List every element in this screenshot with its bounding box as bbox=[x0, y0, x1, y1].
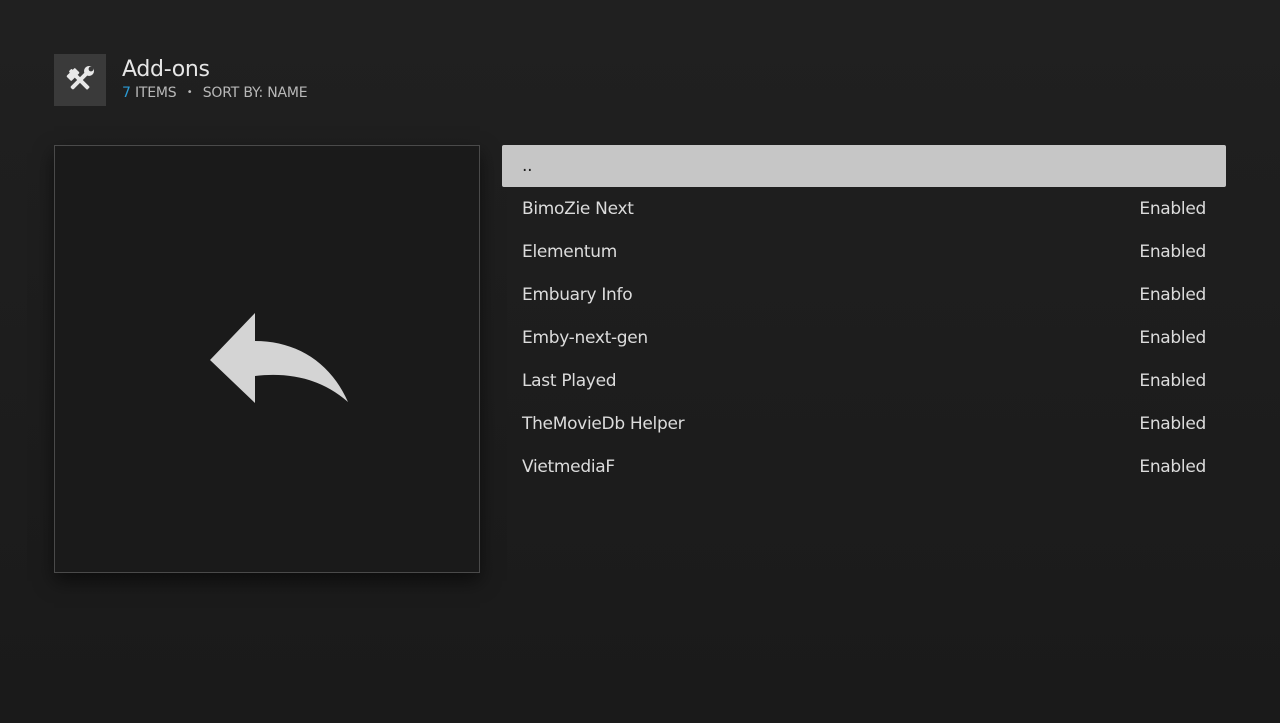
separator-dot: • bbox=[186, 87, 193, 98]
list-item[interactable]: Embuary Info Enabled bbox=[502, 273, 1226, 316]
status-label: Enabled bbox=[1139, 241, 1206, 262]
list-item[interactable]: Emby-next-gen Enabled bbox=[502, 316, 1226, 359]
list-item-label: Last Played bbox=[522, 370, 617, 391]
list-item-label: Embuary Info bbox=[522, 284, 633, 305]
status-label: Enabled bbox=[1139, 370, 1206, 391]
preview-panel bbox=[54, 145, 480, 573]
page-title: Add-ons bbox=[122, 57, 210, 82]
item-count: 7 bbox=[122, 85, 131, 101]
status-label: Enabled bbox=[1139, 327, 1206, 348]
list-item-label: .. bbox=[522, 156, 533, 176]
list-item-parent[interactable]: .. bbox=[502, 145, 1226, 187]
addons-screen: Add-ons 7 ITEMS • SORT BY: NAME .. BimoZ… bbox=[0, 0, 1280, 723]
list-item-label: TheMovieDb Helper bbox=[522, 413, 685, 434]
page-subtitle: 7 ITEMS • SORT BY: NAME bbox=[122, 85, 308, 101]
status-label: Enabled bbox=[1139, 413, 1206, 434]
status-label: Enabled bbox=[1139, 198, 1206, 219]
list-item[interactable]: VietmediaF Enabled bbox=[502, 445, 1226, 488]
items-label: ITEMS bbox=[134, 85, 177, 101]
list-item[interactable]: Elementum Enabled bbox=[502, 230, 1226, 273]
status-label: Enabled bbox=[1139, 284, 1206, 305]
sort-label: SORT BY: NAME bbox=[202, 85, 308, 101]
list-item[interactable]: BimoZie Next Enabled bbox=[502, 187, 1226, 230]
tools-icon bbox=[54, 54, 106, 106]
addon-list: .. BimoZie Next Enabled Elementum Enable… bbox=[502, 145, 1226, 488]
list-item-label: Elementum bbox=[522, 241, 618, 262]
back-arrow-icon bbox=[210, 313, 348, 403]
list-item-label: Emby-next-gen bbox=[522, 327, 648, 348]
list-item-label: VietmediaF bbox=[522, 456, 615, 477]
list-item[interactable]: TheMovieDb Helper Enabled bbox=[502, 402, 1226, 445]
status-label: Enabled bbox=[1139, 456, 1206, 477]
list-item[interactable]: Last Played Enabled bbox=[502, 359, 1226, 402]
list-item-label: BimoZie Next bbox=[522, 198, 634, 219]
